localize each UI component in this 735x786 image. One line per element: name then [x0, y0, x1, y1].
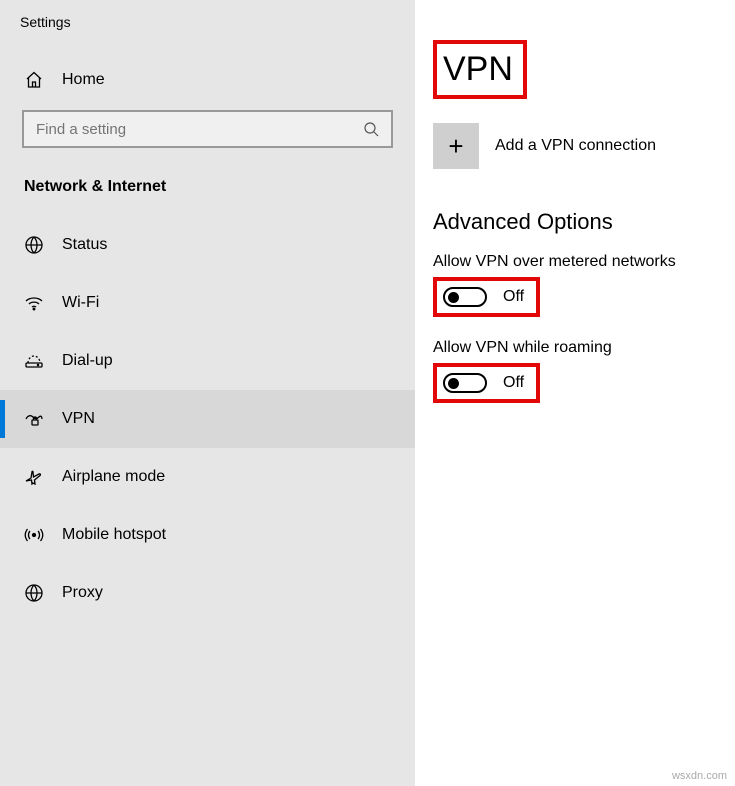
option-roaming: Allow VPN while roaming Off	[433, 339, 717, 403]
sidebar-item-hotspot[interactable]: Mobile hotspot	[0, 506, 415, 564]
sidebar: Settings Home Network & Internet	[0, 0, 415, 786]
sidebar-item-status[interactable]: Status	[0, 216, 415, 274]
toggle-highlight: Off	[433, 277, 540, 317]
hotspot-icon	[24, 525, 44, 545]
sidebar-item-vpn[interactable]: VPN	[0, 390, 415, 448]
sidebar-item-proxy[interactable]: Proxy	[0, 564, 415, 622]
toggle-roaming-state: Off	[503, 374, 524, 392]
toggle-roaming[interactable]	[443, 373, 487, 393]
status-icon	[24, 235, 44, 255]
option-metered: Allow VPN over metered networks Off	[433, 253, 717, 317]
option-roaming-label: Allow VPN while roaming	[433, 339, 717, 357]
app-title: Settings	[0, 0, 415, 40]
home-nav[interactable]: Home	[0, 60, 415, 100]
toggle-metered[interactable]	[443, 287, 487, 307]
page-title-highlight: VPN	[433, 40, 527, 99]
category-header: Network & Internet	[0, 166, 415, 216]
dialup-icon	[24, 351, 44, 371]
sidebar-item-dialup[interactable]: Dial-up	[0, 332, 415, 390]
sidebar-item-label: Mobile hotspot	[62, 526, 166, 544]
nav-list: Status Wi-Fi Dial-up	[0, 216, 415, 622]
home-icon	[24, 70, 44, 90]
toggle-highlight: Off	[433, 363, 540, 403]
add-vpn-label: Add a VPN connection	[495, 137, 656, 155]
option-metered-label: Allow VPN over metered networks	[433, 253, 717, 271]
sidebar-item-label: Proxy	[62, 584, 103, 602]
sidebar-item-label: VPN	[62, 410, 95, 428]
sidebar-item-label: Airplane mode	[62, 468, 165, 486]
plus-icon: +	[433, 123, 479, 169]
main-content: VPN + Add a VPN connection Advanced Opti…	[415, 0, 735, 786]
sidebar-item-label: Wi-Fi	[62, 294, 99, 312]
sidebar-item-wifi[interactable]: Wi-Fi	[0, 274, 415, 332]
add-vpn-button[interactable]: + Add a VPN connection	[433, 123, 717, 169]
proxy-icon	[24, 583, 44, 603]
search-icon	[363, 121, 379, 137]
home-label: Home	[62, 71, 105, 89]
toggle-metered-state: Off	[503, 288, 524, 306]
watermark: wsxdn.com	[672, 770, 727, 782]
sidebar-item-airplane[interactable]: Airplane mode	[0, 448, 415, 506]
airplane-icon	[24, 467, 44, 487]
search-input[interactable]	[36, 121, 363, 138]
sidebar-item-label: Dial-up	[62, 352, 113, 370]
page-title: VPN	[443, 50, 513, 89]
vpn-icon	[24, 409, 44, 429]
search-box[interactable]	[22, 110, 393, 148]
wifi-icon	[24, 293, 44, 313]
sidebar-item-label: Status	[62, 236, 107, 254]
advanced-options-header: Advanced Options	[433, 209, 717, 235]
